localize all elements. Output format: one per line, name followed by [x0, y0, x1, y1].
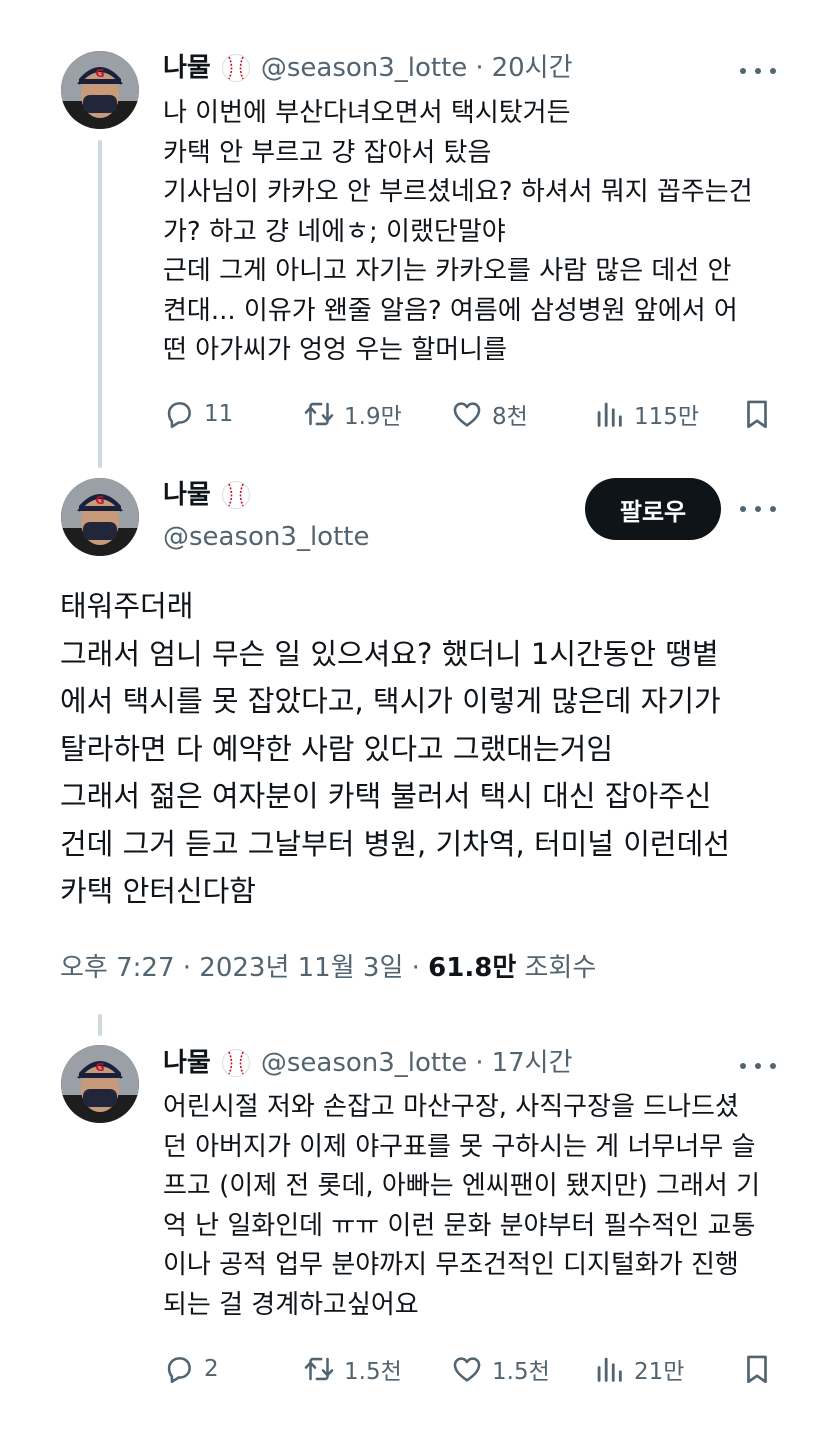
text-line: 그래서 엄니 무슨 일 있으셔요? 했더니 1시간동안 땡볕: [60, 636, 719, 671]
like-button[interactable]: 1.5천: [450, 1349, 550, 1389]
user-handle[interactable]: @season3_lotte: [261, 52, 467, 84]
text-line: 기사님이 카카오 안 부르셨네요? 하셔서 뭐지 꼽주는건: [163, 177, 753, 207]
timestamp[interactable]: 20시간: [492, 52, 573, 84]
bookmark-button[interactable]: [740, 1349, 782, 1389]
text-line: 태워주더래: [60, 589, 194, 623]
heart-icon: [453, 1357, 481, 1382]
tweet-meta: 오후 7:27 · 2023년 11월 3일 · 61.8만 조회수: [60, 950, 596, 986]
views-button[interactable]: 21만: [592, 1349, 684, 1389]
tweet-text: 태워주더래 그래서 엄니 무슨 일 있으셔요? 했더니 1시간동안 땡볕 에서 …: [60, 583, 730, 916]
tweet-header: 나물 @season3_lotte · 17시간: [163, 1047, 573, 1079]
avatar-image: G: [61, 1045, 139, 1123]
text-line: 에서 택시를 못 잡았다고, 택시가 이렇게 많은데 자기가: [60, 684, 721, 718]
text-line: 되는 걸 경계하고싶어요: [163, 1289, 419, 1320]
views-button[interactable]: 115만: [592, 394, 699, 434]
user-handle[interactable]: @season3_lotte: [261, 1047, 467, 1079]
text-line: 나 이번에 부산다녀오면서 택시탔거든: [163, 98, 571, 128]
text-line: 어린시절 저와 손잡고 마산구장, 사직구장을 드나드셨: [163, 1092, 739, 1122]
reply-icon: [167, 1357, 191, 1384]
tweet-header: 나물 @season3_lotte · 20시간: [163, 52, 573, 84]
timestamp[interactable]: 17시간: [492, 1047, 573, 1079]
reply-icon: [167, 402, 191, 429]
baseball-icon: [221, 53, 251, 83]
text-line: 떤 아가씨가 엉엉 우는 할머니를: [163, 335, 508, 365]
avatar[interactable]: G: [61, 478, 139, 556]
tweet-header: 나물: [163, 479, 251, 511]
baseball-icon: [221, 480, 251, 510]
thread-line: [98, 1014, 102, 1036]
retweet-button[interactable]: 1.5천: [302, 1349, 402, 1389]
like-count: 1.5천: [492, 1359, 550, 1385]
like-button[interactable]: 8천: [450, 394, 528, 434]
heart-icon: [453, 402, 481, 427]
text-line: 이나 공적 업무 분야까지 무조건적인 디지털화가 진행: [163, 1250, 739, 1280]
text-line: 건데 그거 듣고 그날부터 병원, 기차역, 터미널 이런데선: [60, 826, 730, 861]
display-name[interactable]: 나물: [163, 1047, 211, 1079]
text-line: 던 아버지가 이제 야구표를 못 구하시는 게 너무너무 슬: [163, 1131, 756, 1162]
retweet-count: 1.5천: [344, 1359, 402, 1385]
reply-count: 2: [204, 1356, 219, 1382]
text-line: 억 난 일화인데 ㅠㅠ 이런 문화 분야부터 필수적인 교통: [163, 1210, 756, 1241]
text-line: 프고 (이제 전 롯데, 아빠는 엔씨팬이 됐지만) 그래서 기: [163, 1171, 760, 1201]
bookmark-button[interactable]: [740, 394, 782, 434]
user-handle[interactable]: @season3_lotte: [163, 521, 369, 553]
more-options-icon[interactable]: [740, 499, 776, 519]
text-line: 카택 안터신다함: [60, 874, 256, 908]
bookmark-icon: [747, 400, 767, 429]
avatar-image: G: [61, 51, 139, 129]
svg-text:G: G: [95, 1061, 104, 1074]
action-bar: 11 1.9만 8천 115만: [162, 394, 774, 434]
retweet-count: 1.9만: [344, 404, 402, 430]
post-datetime[interactable]: 오후 7:27 · 2023년 11월 3일 ·: [60, 953, 428, 983]
bookmark-icon: [747, 1355, 767, 1384]
display-name[interactable]: 나물: [163, 479, 211, 511]
text-line: 근데 그게 아니고 자기는 카카오를 사람 많은 데선 안: [163, 256, 732, 286]
reply-button[interactable]: 11: [162, 394, 233, 434]
reply-button[interactable]: 2: [162, 1349, 219, 1389]
text-line: 가? 하고 걍 네에ㅎ; 이랬단말야: [163, 216, 506, 247]
tweet-text: 어린시절 저와 손잡고 마산구장, 사직구장을 드나드셨 던 아버지가 이제 야…: [163, 1088, 760, 1325]
separator-dot: ·: [475, 1048, 484, 1078]
avatar[interactable]: G: [61, 51, 139, 129]
text-line: 그래서 젊은 여자분이 카택 불러서 택시 대신 잡아주신: [60, 779, 712, 813]
avatar[interactable]: G: [61, 1045, 139, 1123]
tweet-text: 나 이번에 부산다녀오면서 택시탔거든 카택 안 부르고 걍 잡아서 탔음 기사…: [163, 94, 753, 371]
action-bar: 2 1.5천 1.5천 21만: [162, 1349, 774, 1389]
follow-button[interactable]: 팔로우: [585, 478, 721, 540]
more-options-icon[interactable]: [740, 61, 776, 81]
like-count: 8천: [492, 404, 528, 430]
display-name[interactable]: 나물: [163, 52, 211, 84]
thread-line: [98, 140, 102, 468]
views-icon: [597, 402, 622, 427]
text-line: 카택 안 부르고 걍 잡아서 탔음: [163, 137, 492, 168]
svg-text:G: G: [95, 494, 104, 507]
view-label: 조회수: [516, 953, 597, 983]
view-count: 21만: [634, 1359, 685, 1385]
retweet-button[interactable]: 1.9만: [302, 394, 402, 434]
view-count: 115만: [634, 404, 700, 430]
retweet-icon: [304, 1357, 334, 1381]
more-options-icon[interactable]: [740, 1056, 776, 1076]
view-count: 61.8만: [428, 953, 517, 983]
handle-row: @season3_lotte: [163, 521, 369, 553]
views-icon: [597, 1357, 622, 1382]
baseball-icon: [221, 1048, 251, 1078]
separator-dot: ·: [475, 53, 484, 83]
reply-count: 11: [204, 401, 234, 427]
text-line: 켠대... 이유가 왠줄 알음? 여름에 삼성병원 앞에서 어: [163, 295, 738, 326]
retweet-icon: [304, 402, 334, 426]
text-line: 탈라하면 다 예약한 사람 있다고 그랬대는거임: [60, 731, 614, 766]
avatar-image: G: [61, 478, 139, 556]
svg-text:G: G: [95, 67, 104, 80]
